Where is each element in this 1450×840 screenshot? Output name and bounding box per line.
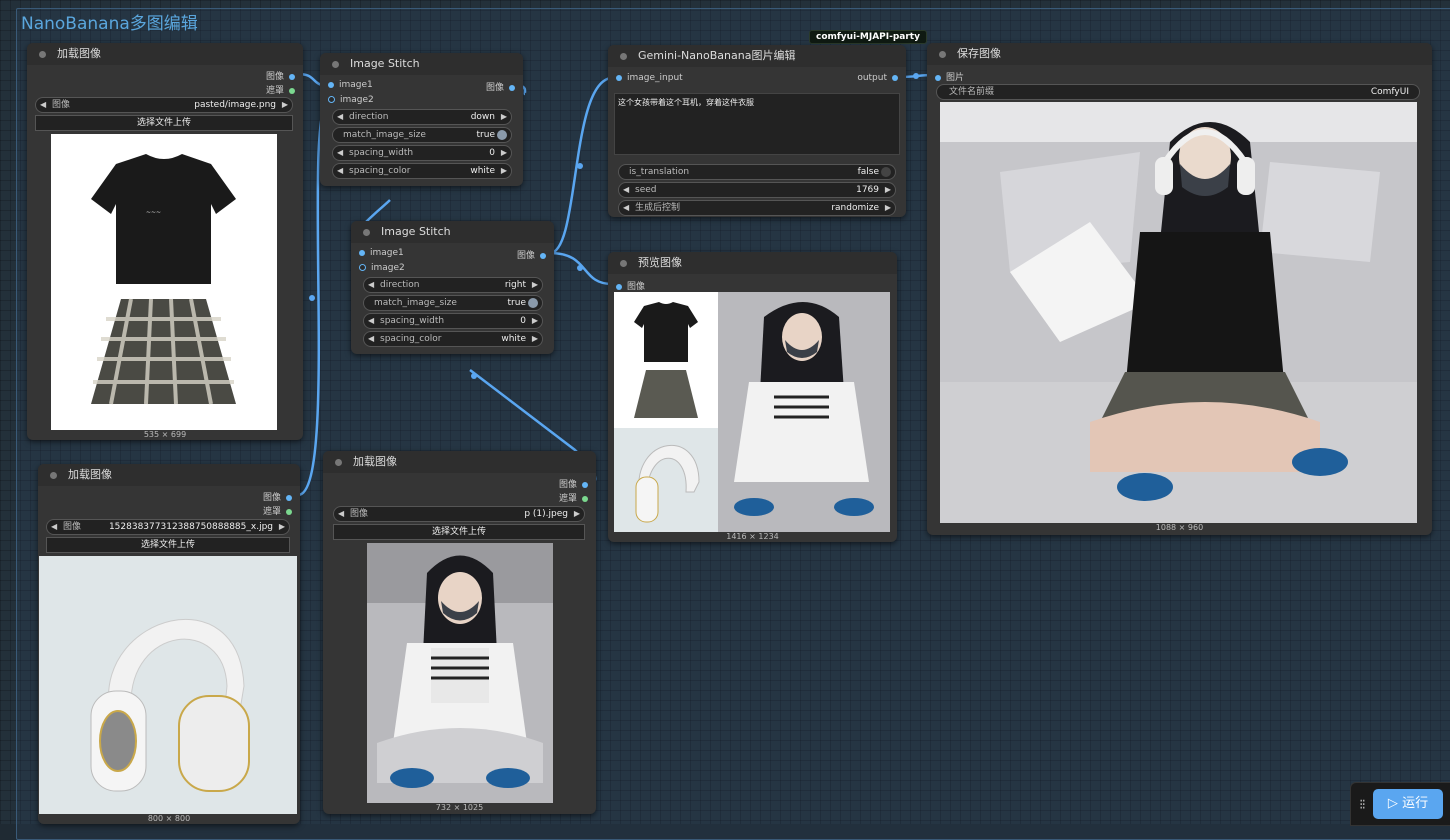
match-image-size-toggle[interactable]: match_image_size true — [363, 295, 543, 311]
match-image-size-toggle[interactable]: match_image_size true — [332, 127, 512, 143]
image-preview — [367, 543, 553, 803]
image-select-widget[interactable]: ◀ 图像 p (1).jpeg ▶ — [333, 506, 585, 522]
load-image-node-2[interactable]: 加载图像 图像 遮罩 ◀ 图像 1528383773123887508888​85_… — [38, 464, 300, 824]
input-image1-slot[interactable]: image1 — [359, 248, 404, 258]
output-slot[interactable]: output — [857, 73, 898, 83]
is-translation-toggle[interactable]: is_translation false — [618, 164, 896, 180]
toggle-knob-icon — [497, 130, 507, 140]
svg-text:~~~: ~~~ — [146, 209, 161, 216]
node-title[interactable]: Gemini-NanoBanana图片编辑 — [608, 45, 906, 67]
image-stitch-node-2[interactable]: Image Stitch image1 image2 图像 ◀ direction… — [351, 221, 554, 354]
tshirt-skirt-image: ~~~ — [91, 154, 236, 405]
input-image2-slot[interactable]: image2 — [359, 263, 405, 273]
collapse-dot-icon[interactable] — [620, 53, 627, 60]
toggle-knob-icon — [528, 298, 538, 308]
spacing-color-widget[interactable]: ◀ spacing_color white ▶ — [332, 163, 512, 179]
input-image2-slot[interactable]: image2 — [328, 95, 374, 105]
play-icon: ▷ — [1387, 796, 1398, 811]
control-after-generate-widget[interactable]: ◀ 生成后控制 randomize ▶ — [618, 200, 896, 216]
upload-button[interactable]: 选择文件上传 — [35, 115, 293, 131]
prompt-textarea[interactable]: 这个女孩带着这个耳机，穿着这件衣服 — [614, 93, 900, 155]
collapse-dot-icon[interactable] — [620, 260, 627, 267]
direction-widget[interactable]: ◀ direction down ▶ — [332, 109, 512, 125]
node-title[interactable]: Image Stitch — [351, 221, 554, 243]
collapse-dot-icon[interactable] — [332, 61, 339, 68]
toggle-knob-icon — [881, 167, 891, 177]
arrow-right-icon: ▶ — [278, 522, 285, 531]
save-image-node[interactable]: 保存图像 图片 文件名前缀 ComfyUI 1088 × 960 — [927, 43, 1432, 535]
seed-widget[interactable]: ◀ seed 1769 ▶ — [618, 182, 896, 198]
arrow-left-icon: ◀ — [338, 509, 345, 518]
output-mask-slot[interactable]: 遮罩 — [559, 491, 588, 504]
collapse-dot-icon[interactable] — [363, 229, 370, 236]
output-mask-slot[interactable]: 遮罩 — [266, 83, 295, 96]
input-image-slot[interactable]: 图像 — [616, 279, 645, 292]
output-image-slot[interactable]: 图像 — [263, 490, 292, 503]
arrow-right-icon: ▶ — [281, 100, 288, 109]
girl-photo-image — [367, 543, 553, 803]
spacing-width-widget[interactable]: ◀ spacing_width 0 ▶ — [332, 145, 512, 161]
drag-handle-icon[interactable]: ⁝⁝ — [1359, 797, 1366, 813]
output-image-slot[interactable]: 图像 — [517, 248, 546, 261]
node-title[interactable]: 预览图像 — [608, 252, 897, 274]
output-image-slot[interactable]: 图像 — [559, 477, 588, 490]
collapse-dot-icon[interactable] — [50, 472, 57, 479]
filename-prefix-widget[interactable]: 文件名前缀 ComfyUI — [936, 84, 1420, 100]
load-image-node-1[interactable]: 加载图像 图像 遮罩 ◀ 图像 pasted/image.png ▶ 选择文件上传 ~… — [27, 43, 303, 440]
image-size-label: 535 × 699 — [143, 430, 187, 439]
arrow-left-icon: ◀ — [51, 522, 58, 531]
node-pack-badge: comfyui-MJAPI-party — [809, 30, 927, 44]
input-image1-slot[interactable]: image1 — [328, 80, 373, 90]
group-title: NanoBanana多图编辑 — [21, 14, 198, 34]
image-size-label: 1416 × 1234 — [726, 532, 779, 541]
image-size-label: 732 × 1025 — [435, 803, 484, 812]
run-toolbar: ⁝⁝ ▷ 运行 — [1350, 782, 1450, 826]
input-image-slot[interactable]: image_input — [616, 73, 683, 83]
node-title[interactable]: 加载图像 — [27, 43, 303, 65]
collapse-dot-icon[interactable] — [939, 51, 946, 58]
generated-girl-image — [940, 102, 1417, 523]
output-image-slot[interactable]: 图像 — [486, 80, 515, 93]
output-mask-slot[interactable]: 遮罩 — [263, 504, 292, 517]
gemini-nanobanana-node[interactable]: Gemini-NanoBanana图片编辑 image_input output… — [608, 45, 906, 217]
image-size-label: 1088 × 960 — [1155, 523, 1204, 532]
image-select-widget[interactable]: ◀ 图像 pasted/image.png ▶ — [35, 97, 293, 113]
image-preview: ~~~ — [51, 134, 277, 430]
collapse-dot-icon[interactable] — [335, 459, 342, 466]
input-image-slot[interactable]: 图片 — [935, 70, 964, 83]
output-image-slot[interactable]: 图像 — [266, 69, 295, 82]
node-title[interactable]: 保存图像 — [927, 43, 1432, 65]
arrow-left-icon: ◀ — [40, 100, 47, 109]
image-preview — [39, 556, 297, 814]
stitched-preview-image — [614, 292, 890, 532]
image-size-label: 800 × 800 — [147, 814, 191, 823]
spacing-width-widget[interactable]: ◀ spacing_width 0 ▶ — [363, 313, 543, 329]
arrow-right-icon: ▶ — [573, 509, 580, 518]
image-select-widget[interactable]: ◀ 图像 1528383773123887508888​85_x.jpg ▶ — [46, 519, 290, 535]
upload-button[interactable]: 选择文件上传 — [333, 524, 585, 540]
direction-widget[interactable]: ◀ direction right ▶ — [363, 277, 543, 293]
headphones-image — [90, 618, 250, 792]
collapse-dot-icon[interactable] — [39, 51, 46, 58]
image-stitch-node-1[interactable]: Image Stitch image1 image2 图像 ◀ direction… — [320, 53, 523, 186]
saved-image — [940, 102, 1417, 523]
run-button[interactable]: ▷ 运行 — [1373, 789, 1443, 819]
preview-image-node[interactable]: 预览图像 图像 1416 × 1234 — [608, 252, 897, 542]
node-title[interactable]: 加载图像 — [323, 451, 596, 473]
node-title[interactable]: Image Stitch — [320, 53, 523, 75]
node-title[interactable]: 加载图像 — [38, 464, 300, 486]
spacing-color-widget[interactable]: ◀ spacing_color white ▶ — [363, 331, 543, 347]
load-image-node-3[interactable]: 加载图像 图像 遮罩 ◀ 图像 p (1).jpeg ▶ 选择文件上传 732 × 1… — [323, 451, 596, 814]
upload-button[interactable]: 选择文件上传 — [46, 537, 290, 553]
preview-image — [614, 292, 890, 532]
